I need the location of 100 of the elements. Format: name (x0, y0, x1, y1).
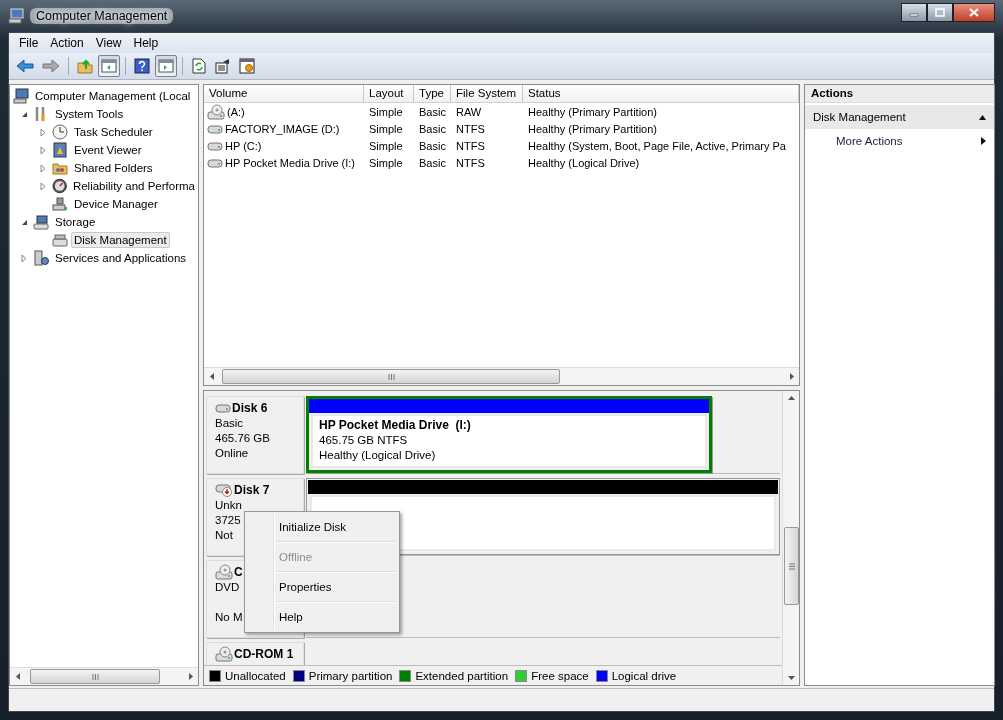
action-pane-icon (158, 58, 174, 74)
close-icon (969, 8, 979, 17)
scroll-thumb[interactable] (222, 369, 560, 384)
maximize-icon (935, 8, 945, 17)
scroll-thumb[interactable] (784, 527, 799, 605)
tree-item[interactable]: Disk Management (71, 232, 170, 248)
column-header[interactable]: Type (414, 85, 451, 102)
menu-item[interactable]: Properties (247, 574, 397, 600)
folder-up-icon (77, 58, 93, 74)
back-arrow-icon (16, 59, 34, 73)
table-cell: HP (C:) (225, 139, 262, 152)
table-cell: Healthy (Logical Drive) (528, 156, 640, 169)
refresh-icon (191, 58, 207, 74)
table-cell: FACTORY_IMAGE (D:) (225, 122, 340, 135)
computer-icon (8, 8, 24, 24)
clock-icon (52, 124, 68, 140)
legend-label: Free space (531, 669, 589, 682)
menu-item[interactable]: Action (44, 34, 90, 52)
scroll-right-button[interactable] (788, 373, 794, 380)
action-link[interactable]: More Actions (805, 129, 994, 153)
actions-section[interactable]: Disk Management (805, 105, 994, 129)
table-cell: Healthy (System, Boot, Page File, Active, Primary Pa (528, 139, 786, 152)
services-icon (33, 250, 49, 266)
tree-item[interactable]: Storage (52, 214, 99, 230)
caret-right-icon (981, 137, 986, 145)
table-cell: (A:) (227, 105, 245, 118)
collapsed-arrow-icon[interactable] (39, 181, 46, 191)
disk-info: Unkn (215, 499, 242, 511)
close-button[interactable] (953, 3, 995, 22)
table-cell: Basic (419, 139, 446, 152)
device-manager-icon (52, 196, 68, 212)
collapsed-arrow-icon[interactable] (21, 253, 27, 263)
actions-title: Actions (811, 87, 854, 99)
disk-info: Basic (215, 417, 244, 429)
disk-manager-icon (52, 232, 68, 248)
export-list-icon (215, 58, 231, 74)
toolbar-button[interactable] (98, 55, 120, 77)
scroll-left-button[interactable] (209, 373, 215, 380)
disk-info: Not (215, 529, 233, 541)
log-book-icon (52, 142, 68, 158)
partition-title: HP Pocket Media Drive (I:) (319, 418, 471, 432)
table-cell: Healthy (Primary Partition) (528, 122, 657, 135)
column-header[interactable]: Layout (364, 85, 414, 102)
tree-item[interactable]: Task Scheduler (71, 124, 156, 140)
table-cell: Basic (419, 156, 446, 169)
table-cell: Basic (419, 105, 446, 118)
expanded-arrow-icon[interactable] (20, 218, 28, 226)
help-icon (134, 58, 150, 74)
menu-item[interactable]: Help (127, 34, 165, 52)
tree-item[interactable]: Computer Management (Local (32, 88, 194, 104)
optical-drive-icon (207, 103, 225, 120)
computer-icon (13, 88, 29, 104)
disk-info: DVD (215, 581, 240, 593)
gauge-icon (51, 178, 67, 194)
menu-item[interactable]: File (13, 34, 45, 52)
column-header[interactable]: Status (523, 85, 799, 102)
disk-name: CD-ROM 1 (234, 647, 294, 661)
legend-label: Logical drive (611, 669, 677, 682)
table-cell: NTFS (456, 122, 485, 135)
table-cell: RAW (456, 105, 482, 118)
column-header[interactable]: File System (451, 85, 523, 102)
optical-drive-icon (215, 646, 233, 662)
table-cell: Simple (369, 139, 403, 152)
shared-folder-icon (52, 160, 68, 176)
column-header[interactable]: Volume (204, 85, 364, 102)
disk-name: Disk 7 (234, 483, 270, 497)
collapsed-arrow-icon[interactable] (40, 127, 46, 137)
scroll-left-button[interactable] (15, 673, 21, 680)
tree-item[interactable]: Shared Folders (71, 160, 156, 176)
menu-item[interactable]: Initialize Disk (247, 514, 397, 540)
legend-label: Extended partition (415, 669, 509, 682)
disk-name: C (234, 565, 243, 579)
maximize-button[interactable] (927, 3, 953, 22)
storage-icon (33, 214, 49, 230)
caret-up-icon (979, 114, 986, 120)
menu-item[interactable]: View (89, 34, 128, 52)
partition-info: 465.75 GB NTFS (319, 434, 408, 446)
scroll-thumb[interactable] (30, 669, 160, 684)
menu-item[interactable]: Help (247, 604, 397, 630)
toolbar-button[interactable] (131, 55, 153, 77)
table-cell: NTFS (456, 139, 485, 152)
properties-icon (239, 58, 255, 74)
tree-pane-icon (101, 58, 117, 74)
tree-item[interactable]: Device Manager (71, 196, 161, 212)
forward-arrow-icon (42, 59, 60, 73)
tree-item[interactable]: Services and Applications (52, 250, 190, 266)
tree-item[interactable]: System Tools (52, 106, 127, 122)
toolbar-button[interactable] (155, 55, 177, 77)
optical-drive-icon (215, 564, 233, 580)
disk-info: Online (215, 447, 249, 459)
tree-item[interactable]: Reliability and Performa (69, 178, 198, 194)
minimize-button[interactable] (901, 3, 927, 22)
toolbar-button[interactable] (236, 55, 258, 77)
expanded-arrow-icon[interactable] (20, 110, 28, 118)
collapsed-arrow-icon[interactable] (40, 163, 46, 173)
scroll-right-button[interactable] (187, 673, 193, 680)
partition-block[interactable]: HP Pocket Media Drive (I:) 465.75 GB NTFS Healthy (Logical Drive) (306, 396, 712, 473)
tree-item[interactable]: Event Viewer (71, 142, 145, 158)
disk-name: Disk 6 (232, 401, 268, 415)
collapsed-arrow-icon[interactable] (40, 145, 46, 155)
